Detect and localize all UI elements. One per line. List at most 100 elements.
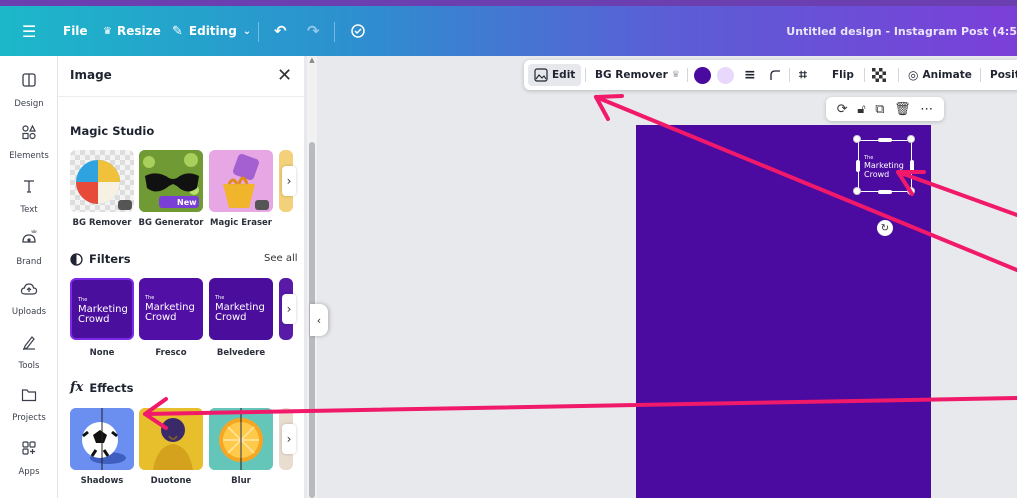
border-style-icon[interactable]: ≡ [744,60,756,90]
divider [898,68,899,82]
thumb-logo-big: Marketing Crowd [145,302,195,323]
swatch-lavender[interactable] [717,66,734,84]
text-icon [24,180,34,193]
effect-shadows-label: Shadows [80,476,124,486]
resize-handle[interactable] [907,187,915,195]
projects-icon [21,389,37,402]
resize-handle-left[interactable] [856,160,860,172]
crown-icon: ♛ [671,70,680,80]
thumb-logo-small: The [215,295,225,301]
effect-duotone-label: Duotone [150,476,192,486]
magic-eraser-thumb[interactable] [209,150,273,212]
filters-title: Filters [89,252,131,266]
scroll-up-icon[interactable]: ▲ [307,56,317,66]
file-menu[interactable]: File [63,6,88,56]
side-rail: Design Elements Text Brand Uploads Tools… [0,56,58,498]
thumb-logo-big: Marketing Crowd [78,304,128,325]
corner-rounding-icon[interactable] [769,60,781,90]
divider [687,68,688,82]
swatch-purple[interactable] [694,66,711,84]
resize-handle-top[interactable] [878,138,892,142]
filters-heading: Filters [70,252,131,266]
resize-handle[interactable] [907,135,915,143]
resize-handle[interactable] [853,187,861,195]
more-options-icon[interactable]: ⋯ [920,102,933,117]
divider [864,68,865,82]
chevron-left-icon: ‹ [316,313,322,327]
collapse-panel-button[interactable]: ‹ [310,304,328,336]
arrowhead [594,94,624,121]
filter-belvedere-thumb[interactable]: The Marketing Crowd [209,278,273,340]
effect-blur-thumb[interactable] [209,408,273,470]
top-bar: ☰ File ♛ Resize ✎ Editing ⌄ ↶ ↷ Untitled… [0,0,1017,56]
rail-design[interactable]: Design [0,72,58,110]
rail-label: Brand [16,257,42,267]
flip-button[interactable]: Flip [832,60,854,90]
divider [585,68,586,82]
resize-button[interactable]: ♛ Resize [103,6,161,56]
animate-label: Animate [922,69,972,81]
bg-remover-thumb[interactable] [70,150,134,212]
editing-mode-button[interactable]: ✎ Editing ⌄ [172,6,251,56]
animate-button[interactable]: ◎ Animate [908,60,972,90]
rotate-icon[interactable]: ↻ [877,220,893,236]
magic-eraser-label: Magic Eraser [210,218,272,228]
position-button[interactable]: Positi [990,60,1017,90]
bg-generator-thumb[interactable]: New [139,150,203,212]
document-title[interactable]: Untitled design - Instagram Post (4:5 [786,6,1017,56]
image-panel: Image ✕ Magic Studio BG Remover New BG G… [58,56,304,498]
rail-label: Projects [12,413,46,423]
see-all-link[interactable]: See all [264,253,298,264]
resize-handle-right[interactable] [910,160,914,172]
rail-uploads[interactable]: Uploads [0,282,58,318]
delete-icon[interactable]: 🗑︎ [894,102,911,117]
rail-label: Text [20,205,38,215]
thumb-logo-big: Marketing Crowd [215,302,265,323]
undo-icon[interactable]: ↶ [274,6,287,56]
divider [58,96,304,97]
next-arrow-icon[interactable]: › [282,166,296,196]
image-toolbar: Edit BG Remover ♛ ≡ ⌗ Flip ◎ Animate Pos… [524,60,1017,90]
editing-label: Editing [188,24,237,38]
uploads-icon [20,283,38,295]
resize-handle-bottom[interactable] [878,190,892,194]
selection-box[interactable] [858,140,912,192]
cloud-saved-icon[interactable] [350,6,366,56]
next-arrow-icon[interactable]: › [282,294,296,324]
lock-icon[interactable]: 🔓︎ [857,102,865,117]
rail-elements[interactable]: Elements [0,124,58,162]
rail-brand[interactable]: Brand [0,228,58,268]
effect-blur-label: Blur [231,476,251,486]
new-badge: New [177,198,197,207]
effect-duotone-thumb[interactable] [139,408,203,470]
edit-label: Edit [552,69,576,81]
rail-tools[interactable]: Tools [0,334,58,372]
pencil-icon: ✎ [172,23,183,39]
rail-projects[interactable]: Projects [0,388,58,424]
duplicate-icon[interactable]: ⧉ [875,102,884,117]
rail-label: Uploads [11,307,47,317]
rail-label: Design [14,99,44,109]
fx-icon: fx [70,380,84,395]
rail-text[interactable]: Text [0,178,58,216]
bg-remover-button[interactable]: BG Remover ♛ [595,60,680,90]
redo-icon[interactable]: ↷ [307,6,320,56]
resize-label: Resize [116,24,161,38]
filters-icon [70,252,83,266]
transparency-icon[interactable] [872,60,886,90]
tools-icon [23,336,35,350]
apps-icon [22,441,36,455]
divider [334,22,335,42]
edit-button[interactable]: Edit [528,64,582,86]
menu-icon[interactable]: ☰ [22,6,36,56]
bg-generator-label: BG Generator [138,218,204,228]
rail-apps[interactable]: Apps [0,440,58,478]
close-icon[interactable]: ✕ [277,65,292,86]
crop-icon[interactable]: ⌗ [799,60,807,90]
filter-none-thumb[interactable]: The Marketing Crowd [70,278,134,340]
regenerate-icon[interactable]: ⟳ [837,102,848,117]
resize-handle[interactable] [853,135,861,143]
effect-shadows-thumb[interactable] [70,408,134,470]
filter-fresco-thumb[interactable]: The Marketing Crowd [139,278,203,340]
next-arrow-icon[interactable]: › [282,424,296,454]
